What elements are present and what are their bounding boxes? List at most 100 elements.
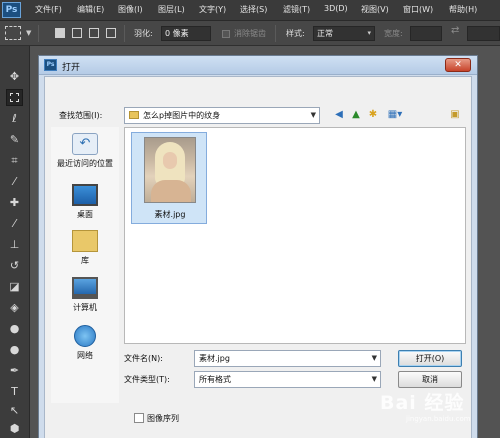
folder-up-icon[interactable]: ▣ — [448, 108, 462, 122]
filetype-value: 所有格式 — [199, 375, 231, 384]
chevron-down-icon: ▼ — [310, 111, 316, 119]
back-icon[interactable]: ◀ — [332, 108, 346, 122]
menu-file[interactable]: 文件(F) — [35, 4, 62, 15]
lasso-icon[interactable]: ℓ — [6, 110, 23, 127]
intersect-selection-icon[interactable] — [106, 28, 116, 38]
watermark-url: jingyan.baidu.com — [406, 415, 471, 423]
file-name: 素材.jpg — [154, 210, 186, 219]
options-bar: ▼ 羽化: 0 像素 消除锯齿 样式: 正常 ▾ 宽度: ⇄ — [0, 21, 500, 46]
height-input[interactable] — [467, 26, 500, 41]
feather-label: 羽化: — [134, 29, 153, 38]
blur-icon[interactable]: ● — [6, 320, 23, 337]
watermark-logo: Bai 经验 — [380, 392, 465, 414]
menu-window[interactable]: 窗口(W) — [403, 4, 433, 15]
eraser-icon[interactable]: ◪ — [6, 278, 23, 295]
menu-image[interactable]: 图像(I) — [118, 4, 143, 15]
shape-icon[interactable]: ⬢ — [6, 420, 23, 437]
look-in-select[interactable]: 怎么p掉图片中的纹身 ▼ — [124, 107, 320, 124]
dialog-title: 打开 — [62, 63, 81, 73]
menu-filter[interactable]: 滤镜(T) — [283, 4, 310, 15]
stamp-icon[interactable]: ⊥ — [6, 236, 23, 253]
image-sequence-label: 图像序列 — [147, 414, 179, 423]
file-list[interactable]: 素材.jpg — [124, 127, 466, 344]
swap-icon[interactable]: ⇄ — [451, 25, 459, 36]
menu-3d[interactable]: 3D(D) — [324, 4, 348, 13]
place-label: 网络 — [77, 351, 93, 360]
marquee-icon[interactable] — [6, 89, 23, 106]
feather-input[interactable]: 0 像素 — [161, 26, 211, 41]
desktop-icon — [72, 184, 98, 206]
look-in-label: 查找范围(I): — [59, 111, 103, 120]
image-thumbnail — [144, 137, 196, 203]
dodge-icon[interactable]: ● — [6, 341, 23, 358]
libraries-icon — [72, 230, 98, 252]
up-folder-icon[interactable]: ▲ — [349, 108, 363, 122]
menu-help[interactable]: 帮助(H) — [449, 4, 477, 15]
filename-value: 素材.jpg — [199, 354, 230, 363]
bucket-icon[interactable]: ◈ — [6, 299, 23, 316]
menu-edit[interactable]: 编辑(E) — [77, 4, 104, 15]
crop-icon[interactable]: ⌗ — [6, 152, 23, 169]
chevron-down-icon: ▾ — [367, 29, 371, 37]
open-button[interactable]: 打开(O) — [398, 350, 462, 367]
divider — [38, 25, 39, 42]
place-label: 最近访问的位置 — [57, 159, 113, 168]
place-network[interactable]: 网络 — [51, 325, 119, 361]
history-brush-icon[interactable]: ↺ — [6, 257, 23, 274]
folder-icon — [129, 111, 139, 119]
style-select[interactable]: 正常 ▾ — [313, 26, 375, 41]
new-selection-icon[interactable] — [55, 28, 65, 38]
view-menu-icon[interactable]: ▦▾ — [384, 108, 406, 122]
width-input[interactable] — [410, 26, 442, 41]
divider — [275, 25, 276, 42]
style-value: 正常 — [317, 29, 333, 38]
filetype-label: 文件类型(T): — [124, 375, 170, 384]
move-icon[interactable]: ✥ — [6, 68, 23, 85]
computer-icon — [72, 277, 98, 299]
chevron-down-icon: ▼ — [371, 375, 377, 383]
subtract-selection-icon[interactable] — [89, 28, 99, 38]
width-label: 宽度: — [384, 29, 403, 38]
tools-panel: ✥ ℓ ✎ ⌗ ⁄ ✚ ⁄ ⊥ ↺ ◪ ◈ ● ● ✒ T ↖ ⬢ — [0, 46, 30, 438]
recent-places-icon: ↶ — [72, 133, 98, 155]
divider — [124, 25, 125, 42]
tool-preset-icon[interactable] — [5, 26, 21, 40]
open-dialog: Ps 打开 ✕ 查找范围(I): 怎么p掉图片中的纹身 ▼ ◀ ▲ ✱ ▦▾ ▣… — [38, 55, 478, 438]
antialias-checkbox[interactable] — [222, 30, 230, 38]
ps-menubar: Ps 文件(F) 编辑(E) 图像(I) 图层(L) 文字(Y) 选择(S) 滤… — [0, 0, 500, 21]
dialog-body: 查找范围(I): 怎么p掉图片中的纹身 ▼ ◀ ▲ ✱ ▦▾ ▣ ↶ 最近访问的… — [44, 76, 472, 438]
place-label: 库 — [81, 256, 89, 265]
close-button[interactable]: ✕ — [445, 58, 471, 72]
menu-layer[interactable]: 图层(L) — [158, 4, 185, 15]
menu-select[interactable]: 选择(S) — [240, 4, 267, 15]
quick-select-icon[interactable]: ✎ — [6, 131, 23, 148]
menu-view[interactable]: 视图(V) — [361, 4, 389, 15]
heal-icon[interactable]: ✚ — [6, 194, 23, 211]
filename-input[interactable]: 素材.jpg ▼ — [194, 350, 381, 367]
filetype-select[interactable]: 所有格式 ▼ — [194, 371, 381, 388]
add-selection-icon[interactable] — [72, 28, 82, 38]
place-desktop[interactable]: 桌面 — [51, 184, 119, 220]
place-computer[interactable]: 计算机 — [51, 277, 119, 313]
file-item[interactable]: 素材.jpg — [131, 132, 207, 224]
path-select-icon[interactable]: ↖ — [6, 402, 23, 419]
eyedropper-icon[interactable]: ⁄ — [6, 173, 23, 190]
pen-icon[interactable]: ✒ — [6, 362, 23, 379]
chevron-down-icon: ▼ — [371, 354, 377, 362]
new-folder-icon[interactable]: ✱ — [366, 108, 380, 122]
cancel-button[interactable]: 取消 — [398, 371, 462, 388]
network-icon — [74, 325, 96, 347]
type-icon[interactable]: T — [6, 383, 23, 400]
brush-icon[interactable]: ⁄ — [6, 215, 23, 232]
chevron-down-icon[interactable]: ▼ — [26, 29, 31, 37]
place-libraries[interactable]: 库 — [51, 230, 119, 266]
place-recent[interactable]: ↶ 最近访问的位置 — [51, 133, 119, 169]
menu-type[interactable]: 文字(Y) — [199, 4, 226, 15]
style-label: 样式: — [286, 29, 305, 38]
photoshop-icon: Ps — [44, 59, 57, 71]
image-sequence-checkbox[interactable] — [134, 413, 144, 423]
antialias-label: 消除锯齿 — [234, 29, 266, 38]
dialog-titlebar[interactable]: Ps 打开 ✕ — [39, 56, 477, 75]
photoshop-logo: Ps — [2, 2, 21, 18]
place-label: 计算机 — [73, 303, 97, 312]
